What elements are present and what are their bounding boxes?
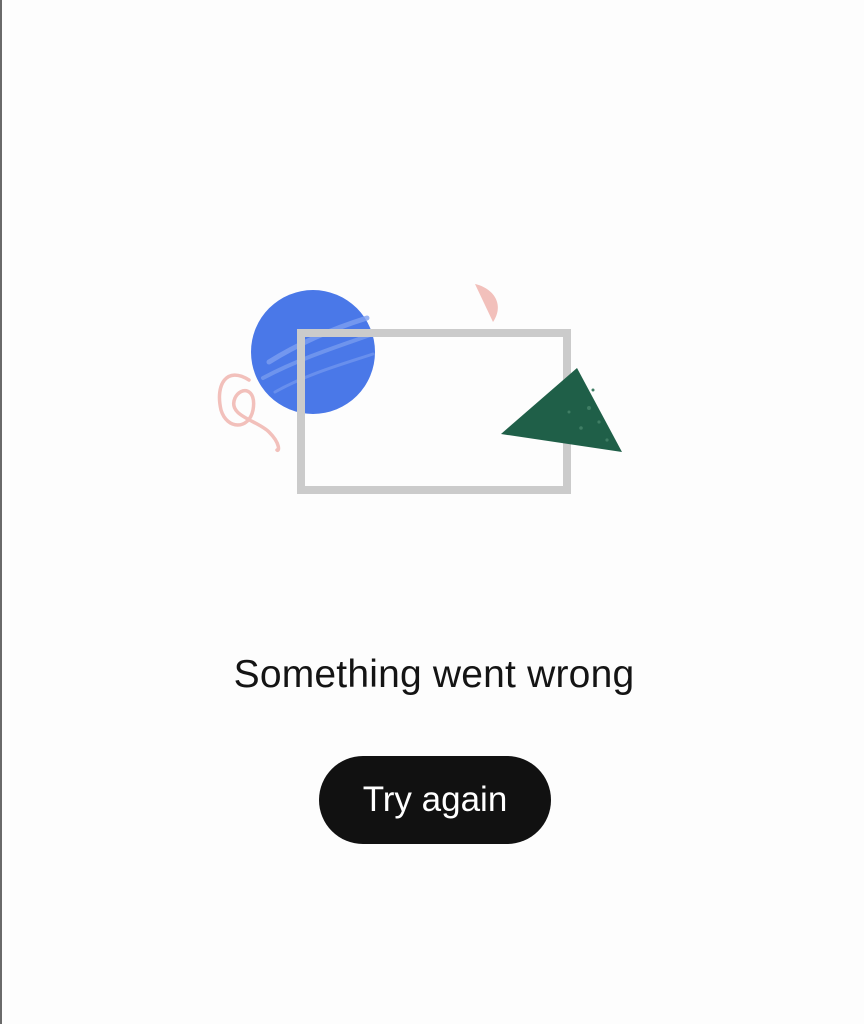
error-screen: Something went wrong Try again [0,0,864,1024]
broken-image-illustration [197,270,637,510]
blue-circle-shape [251,290,375,414]
pink-half-circle-shape [475,284,498,322]
error-title: Something went wrong [233,653,635,696]
green-triangle-shape [501,368,622,452]
try-again-button[interactable]: Try again [319,756,551,844]
